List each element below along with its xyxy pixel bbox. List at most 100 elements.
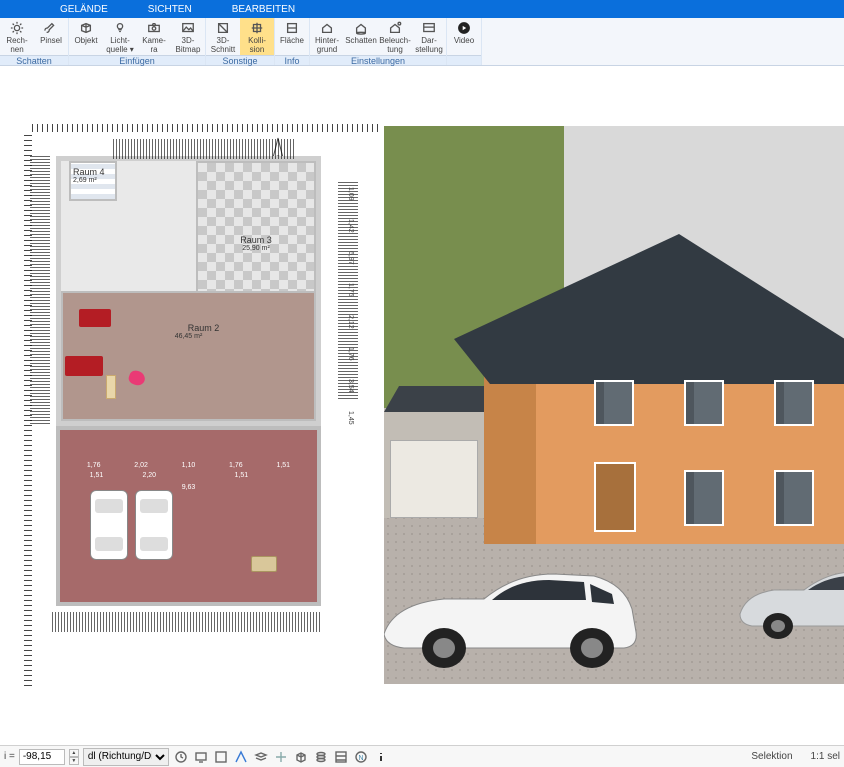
ribbon-label: Kolli- — [248, 37, 266, 45]
ribbon-camera-button[interactable]: Kame-ra — [137, 18, 171, 55]
ribbon-house-shadow-button[interactable]: Schatten — [344, 18, 378, 55]
ribbon-label: Beleuch- — [379, 37, 411, 45]
window — [594, 380, 634, 426]
dimension-value: 1,45 — [347, 411, 354, 425]
vegetation-left — [30, 156, 50, 426]
ribbon-area-button[interactable]: Fläche — [275, 18, 309, 55]
ribbon-label: Schatten — [345, 37, 377, 45]
ribbon-label: Dar- — [421, 37, 437, 45]
ribbon-render-button[interactable]: Dar-stellung — [412, 18, 446, 55]
ribbon-play-button[interactable]: Video — [447, 18, 481, 55]
ribbon-group-label: Sonstige — [206, 55, 274, 65]
north-icon[interactable]: N — [353, 749, 369, 765]
floorplan-2d-view[interactable]: Raum 1 20,11 m² Raum 4 2,69 m² Raum 3 25… — [0, 126, 380, 686]
vegetation-bottom — [50, 612, 320, 632]
render-3d-view[interactable] — [384, 126, 844, 684]
ribbon-group: Video — [447, 18, 482, 65]
car-top-view[interactable] — [135, 490, 173, 560]
dimension-value: 2,02 — [134, 462, 148, 469]
house-bg-icon — [318, 20, 336, 36]
hatch-icon[interactable] — [333, 749, 349, 765]
section-icon — [214, 20, 232, 36]
dimension-value: 1,51 — [90, 472, 104, 479]
stack-icon[interactable] — [313, 749, 329, 765]
ruler-horizontal — [32, 124, 380, 132]
direction-dropdown[interactable]: dl (Richtung/Di — [83, 748, 169, 766]
room-area: 25,90 m² — [242, 245, 270, 252]
menu-sichten[interactable]: SICHTEN — [148, 4, 192, 15]
ribbon-group: FlächeInfo — [275, 18, 310, 65]
play-icon — [455, 20, 473, 36]
dimension-value: 3,54 — [347, 379, 354, 393]
room-name: Raum 3 — [240, 235, 272, 245]
ribbon-cube-button[interactable]: Objekt — [69, 18, 103, 55]
render-icon — [420, 20, 438, 36]
ribbon-label: Rech- — [6, 37, 27, 45]
ribbon-label: Kame- — [142, 37, 166, 45]
tool-icon[interactable] — [213, 749, 229, 765]
ribbon-label: Fläche — [280, 37, 304, 45]
ribbon-sun-calc-button[interactable]: Rech-nen — [0, 18, 34, 55]
ribbon-group: Rech-nen Pinsel Schatten — [0, 18, 69, 65]
camera-icon — [145, 20, 163, 36]
car-3d[interactable] — [734, 554, 844, 644]
window — [774, 470, 814, 526]
house-3d[interactable] — [484, 234, 844, 544]
ribbon-label: quelle ▾ — [106, 46, 134, 54]
workspace: Raum 1 20,11 m² Raum 4 2,69 m² Raum 3 25… — [0, 66, 844, 745]
garage-area[interactable]: 1,762,021,101,761,51 1,512,201,51 9,63 — [56, 426, 321, 606]
coord-input[interactable] — [19, 749, 65, 765]
dimension-value: 1,76 — [229, 462, 243, 469]
cube-icon[interactable] — [293, 749, 309, 765]
menu-bearbeiten[interactable]: BEARBEITEN — [232, 4, 295, 15]
dimension-value: 1,76 — [347, 347, 354, 361]
recent-icon[interactable] — [173, 749, 189, 765]
ribbon-group-label: Schatten — [0, 55, 68, 65]
car-3d[interactable] — [384, 554, 644, 674]
menu-gelaende[interactable]: GELÄNDE — [60, 4, 108, 15]
car-top-view[interactable] — [90, 490, 128, 560]
ribbon-label: Objekt — [74, 37, 97, 45]
snap-icon[interactable] — [233, 749, 249, 765]
ribbon-house-light-button[interactable]: Beleuch-tung — [378, 18, 412, 55]
dimensions-right: 1,091,426,971,762,121,763,541,45 — [324, 187, 354, 381]
ribbon-house-bg-button[interactable]: Hinter-grund — [310, 18, 344, 55]
furniture-sofa[interactable] — [79, 309, 111, 327]
coord-stepper[interactable]: ▲▼ — [69, 749, 79, 765]
grid-icon[interactable] — [273, 749, 289, 765]
furniture-sofa[interactable] — [65, 356, 103, 376]
dimension-value: 2,12 — [347, 315, 354, 329]
ribbon-group-label: Einstellungen — [310, 55, 446, 65]
ribbon-group: 3D-SchnittKolli-sionSonstige — [206, 18, 275, 65]
ribbon-label: grund — [317, 46, 337, 54]
dimension-value: 1,42 — [347, 219, 354, 233]
dimension-value: 1,76 — [87, 462, 101, 469]
room-area: 2,69 m² — [73, 177, 97, 184]
ribbon-brush-button[interactable]: Pinsel — [34, 18, 68, 55]
ribbon-mountain-button[interactable]: 3D-Bitmap — [171, 18, 205, 55]
ribbon-label: Pinsel — [40, 37, 62, 45]
coord-label: i = — [4, 751, 15, 762]
dimension-value: 1,76 — [347, 283, 354, 297]
ribbon-label: Video — [454, 37, 474, 45]
furniture-bench[interactable] — [251, 556, 277, 572]
garage-dims-upper: 1,762,021,101,761,51 — [70, 462, 307, 469]
collision-icon — [248, 20, 266, 36]
ribbon-label: 3D- — [182, 37, 195, 45]
ribbon-collision-button[interactable]: Kolli-sion — [240, 18, 274, 55]
dimension-value: 2,20 — [142, 472, 156, 479]
furniture-bench[interactable] — [106, 375, 116, 399]
screen-icon[interactable] — [193, 749, 209, 765]
room-raum4[interactable]: Raum 4 2,69 m² — [69, 161, 117, 201]
mountain-icon — [179, 20, 197, 36]
ribbon-section-button[interactable]: 3D-Schnitt — [206, 18, 240, 55]
ribbon-label: Licht- — [110, 37, 130, 45]
house-outline[interactable]: Raum 1 20,11 m² Raum 4 2,69 m² Raum 3 25… — [56, 156, 321, 426]
ribbon-bulb-button[interactable]: Licht-quelle ▾ — [103, 18, 137, 55]
dimension-value: 6,97 — [347, 251, 354, 265]
room-name: Raum 2 — [188, 323, 220, 333]
ribbon-label: tung — [387, 46, 403, 54]
layers-icon[interactable] — [253, 749, 269, 765]
info-icon[interactable] — [373, 749, 389, 765]
menu-bar: GELÄNDE SICHTEN BEARBEITEN — [0, 0, 844, 18]
